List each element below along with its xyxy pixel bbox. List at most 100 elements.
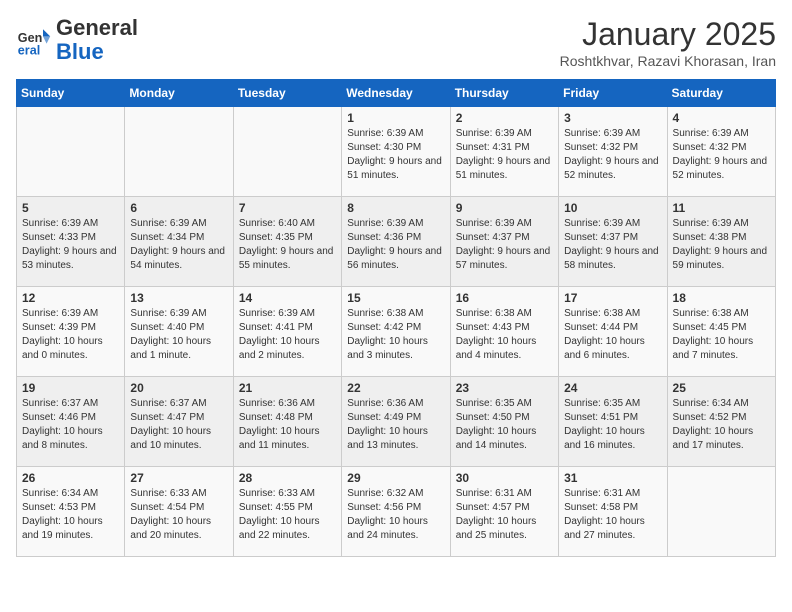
calendar-cell: 30 Sunrise: 6:31 AM Sunset: 4:57 PM Dayli… <box>450 467 558 557</box>
day-number: 13 <box>130 291 227 305</box>
day-number: 26 <box>22 471 119 485</box>
day-info: Sunrise: 6:37 AM Sunset: 4:47 PM Dayligh… <box>130 397 227 453</box>
day-number: 14 <box>239 291 336 305</box>
calendar-cell <box>667 467 775 557</box>
day-number: 30 <box>456 471 553 485</box>
calendar-cell: 29 Sunrise: 6:32 AM Sunset: 4:56 PM Dayli… <box>342 467 450 557</box>
calendar-cell <box>125 107 233 197</box>
day-info: Sunrise: 6:38 AM Sunset: 4:44 PM Dayligh… <box>564 307 661 363</box>
logo-line1: General <box>56 15 138 40</box>
calendar-cell: 1 Sunrise: 6:39 AM Sunset: 4:30 PM Daylig… <box>342 107 450 197</box>
weekday-header-saturday: Saturday <box>667 80 775 107</box>
day-info: Sunrise: 6:39 AM Sunset: 4:37 PM Dayligh… <box>564 217 661 273</box>
weekday-header-thursday: Thursday <box>450 80 558 107</box>
day-number: 23 <box>456 381 553 395</box>
calendar-cell: 21 Sunrise: 6:36 AM Sunset: 4:48 PM Dayli… <box>233 377 341 467</box>
day-number: 8 <box>347 201 444 215</box>
day-number: 12 <box>22 291 119 305</box>
calendar-cell: 7Sunrise: 6:40 AM Sunset: 4:35 PM Daylig… <box>233 197 341 287</box>
location-subtitle: Roshtkhvar, Razavi Khorasan, Iran <box>560 53 776 69</box>
page-header: Gen eral General Blue January 2025 Rosht… <box>16 16 776 69</box>
day-info: Sunrise: 6:36 AM Sunset: 4:49 PM Dayligh… <box>347 397 444 453</box>
day-number: 19 <box>22 381 119 395</box>
calendar-cell: 23 Sunrise: 6:35 AM Sunset: 4:50 PM Dayli… <box>450 377 558 467</box>
calendar-cell: 8 Sunrise: 6:39 AM Sunset: 4:36 PM Daylig… <box>342 197 450 287</box>
calendar-cell: 4Sunrise: 6:39 AM Sunset: 4:32 PM Daylig… <box>667 107 775 197</box>
calendar-cell: 14Sunrise: 6:39 AM Sunset: 4:41 PM Dayli… <box>233 287 341 377</box>
day-number: 7 <box>239 201 336 215</box>
calendar-cell: 12Sunrise: 6:39 AM Sunset: 4:39 PM Dayli… <box>17 287 125 377</box>
day-number: 24 <box>564 381 661 395</box>
day-number: 27 <box>130 471 227 485</box>
day-info: Sunrise: 6:39 AM Sunset: 4:34 PM Dayligh… <box>130 217 227 273</box>
calendar-cell: 15Sunrise: 6:38 AM Sunset: 4:42 PM Dayli… <box>342 287 450 377</box>
day-info: Sunrise: 6:39 AM Sunset: 4:32 PM Dayligh… <box>673 127 770 183</box>
calendar-cell: 24 Sunrise: 6:35 AM Sunset: 4:51 PM Dayli… <box>559 377 667 467</box>
day-number: 29 <box>347 471 444 485</box>
weekday-header-sunday: Sunday <box>17 80 125 107</box>
day-info: Sunrise: 6:38 AM Sunset: 4:43 PM Dayligh… <box>456 307 553 363</box>
calendar-cell: 19Sunrise: 6:37 AM Sunset: 4:46 PM Dayli… <box>17 377 125 467</box>
calendar-body: 1 Sunrise: 6:39 AM Sunset: 4:30 PM Daylig… <box>17 107 776 557</box>
day-info: Sunrise: 6:31 AM Sunset: 4:58 PM Dayligh… <box>564 487 661 543</box>
day-info: Sunrise: 6:36 AM Sunset: 4:48 PM Dayligh… <box>239 397 336 453</box>
day-number: 20 <box>130 381 227 395</box>
weekday-header-tuesday: Tuesday <box>233 80 341 107</box>
day-info: Sunrise: 6:39 AM Sunset: 4:31 PM Dayligh… <box>456 127 553 183</box>
calendar-cell: 28Sunrise: 6:33 AM Sunset: 4:55 PM Dayli… <box>233 467 341 557</box>
day-info: Sunrise: 6:34 AM Sunset: 4:53 PM Dayligh… <box>22 487 119 543</box>
day-number: 10 <box>564 201 661 215</box>
month-title: January 2025 <box>560 16 776 53</box>
calendar-cell: 27 Sunrise: 6:33 AM Sunset: 4:54 PM Dayli… <box>125 467 233 557</box>
calendar-week-row: 5 Sunrise: 6:39 AM Sunset: 4:33 PM Daylig… <box>17 197 776 287</box>
day-number: 5 <box>22 201 119 215</box>
day-number: 15 <box>347 291 444 305</box>
day-info: Sunrise: 6:35 AM Sunset: 4:50 PM Dayligh… <box>456 397 553 453</box>
day-info: Sunrise: 6:33 AM Sunset: 4:54 PM Dayligh… <box>130 487 227 543</box>
day-number: 6 <box>130 201 227 215</box>
calendar-cell: 10 Sunrise: 6:39 AM Sunset: 4:37 PM Dayli… <box>559 197 667 287</box>
calendar-cell: 17 Sunrise: 6:38 AM Sunset: 4:44 PM Dayli… <box>559 287 667 377</box>
day-number: 22 <box>347 381 444 395</box>
weekday-header-monday: Monday <box>125 80 233 107</box>
logo: Gen eral General Blue <box>16 16 138 64</box>
weekday-header-wednesday: Wednesday <box>342 80 450 107</box>
day-info: Sunrise: 6:39 AM Sunset: 4:33 PM Dayligh… <box>22 217 119 273</box>
weekday-header-friday: Friday <box>559 80 667 107</box>
day-info: Sunrise: 6:39 AM Sunset: 4:30 PM Dayligh… <box>347 127 444 183</box>
day-info: Sunrise: 6:39 AM Sunset: 4:36 PM Dayligh… <box>347 217 444 273</box>
calendar-week-row: 12Sunrise: 6:39 AM Sunset: 4:39 PM Dayli… <box>17 287 776 377</box>
calendar-cell: 16 Sunrise: 6:38 AM Sunset: 4:43 PM Dayli… <box>450 287 558 377</box>
calendar-table: SundayMondayTuesdayWednesdayThursdayFrid… <box>16 79 776 557</box>
logo-line2: Blue <box>56 39 104 64</box>
day-info: Sunrise: 6:33 AM Sunset: 4:55 PM Dayligh… <box>239 487 336 543</box>
calendar-cell: 2Sunrise: 6:39 AM Sunset: 4:31 PM Daylig… <box>450 107 558 197</box>
calendar-cell: 11Sunrise: 6:39 AM Sunset: 4:38 PM Dayli… <box>667 197 775 287</box>
logo-text: General Blue <box>56 16 138 64</box>
day-info: Sunrise: 6:32 AM Sunset: 4:56 PM Dayligh… <box>347 487 444 543</box>
calendar-cell: 20 Sunrise: 6:37 AM Sunset: 4:47 PM Dayli… <box>125 377 233 467</box>
day-number: 25 <box>673 381 770 395</box>
calendar-cell: 13Sunrise: 6:39 AM Sunset: 4:40 PM Dayli… <box>125 287 233 377</box>
day-number: 18 <box>673 291 770 305</box>
title-block: January 2025 Roshtkhvar, Razavi Khorasan… <box>560 16 776 69</box>
svg-text:eral: eral <box>18 44 40 58</box>
day-number: 16 <box>456 291 553 305</box>
calendar-week-row: 19Sunrise: 6:37 AM Sunset: 4:46 PM Dayli… <box>17 377 776 467</box>
day-info: Sunrise: 6:39 AM Sunset: 4:38 PM Dayligh… <box>673 217 770 273</box>
day-info: Sunrise: 6:34 AM Sunset: 4:52 PM Dayligh… <box>673 397 770 453</box>
day-number: 21 <box>239 381 336 395</box>
day-info: Sunrise: 6:38 AM Sunset: 4:45 PM Dayligh… <box>673 307 770 363</box>
logo-icon: Gen eral <box>16 22 52 58</box>
day-number: 17 <box>564 291 661 305</box>
calendar-cell: 25 Sunrise: 6:34 AM Sunset: 4:52 PM Dayli… <box>667 377 775 467</box>
day-number: 9 <box>456 201 553 215</box>
calendar-cell <box>233 107 341 197</box>
day-number: 3 <box>564 111 661 125</box>
day-number: 1 <box>347 111 444 125</box>
day-info: Sunrise: 6:35 AM Sunset: 4:51 PM Dayligh… <box>564 397 661 453</box>
calendar-cell: 26 Sunrise: 6:34 AM Sunset: 4:53 PM Dayli… <box>17 467 125 557</box>
day-info: Sunrise: 6:39 AM Sunset: 4:37 PM Dayligh… <box>456 217 553 273</box>
day-info: Sunrise: 6:31 AM Sunset: 4:57 PM Dayligh… <box>456 487 553 543</box>
calendar-cell: 6 Sunrise: 6:39 AM Sunset: 4:34 PM Daylig… <box>125 197 233 287</box>
